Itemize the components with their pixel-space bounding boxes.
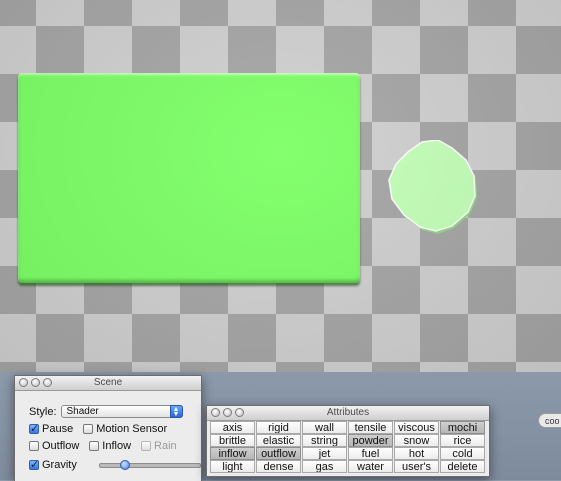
attribute-button-inflow[interactable]: inflow	[210, 447, 255, 460]
gravity-slider-thumb[interactable]	[120, 460, 130, 470]
attributes-grid: axis rigid wall tensile viscous mochi brittle e…	[210, 421, 485, 473]
mochi-blob[interactable]	[388, 140, 480, 236]
attribute-button-snow[interactable]: snow	[394, 434, 439, 447]
checkbox-row-1: Pause Motion Sensor	[29, 422, 177, 435]
scene-panel: Scene Style: Shader ▲▼ Pause Motion Sens…	[14, 375, 202, 481]
style-select[interactable]: Shader ▲ ▼	[60, 405, 183, 418]
attribute-button-rice[interactable]: rice	[440, 434, 485, 447]
gravity-checkbox[interactable]: Gravity	[29, 458, 77, 471]
attribute-button-viscous[interactable]: viscous	[394, 421, 439, 434]
attribute-button-string[interactable]: string	[302, 434, 347, 447]
attribute-button-mochi[interactable]: mochi	[440, 421, 485, 434]
attributes-title: Attributes	[326, 407, 370, 418]
attribute-button-fuel[interactable]: fuel	[348, 447, 393, 460]
attribute-button-elastic[interactable]: elastic	[256, 434, 301, 447]
rigid-green-block[interactable]	[18, 73, 360, 283]
attribute-button-water[interactable]: water	[348, 460, 393, 473]
simulation-viewport[interactable]	[0, 0, 561, 372]
gravity-checkbox-box[interactable]	[29, 458, 39, 471]
updown-arrows-icon: ▲ ▼	[169, 405, 183, 418]
motion-sensor-checkbox[interactable]: Motion Sensor	[83, 423, 167, 435]
rain-label: Rain	[154, 440, 177, 452]
gravity-label: Gravity	[42, 459, 77, 471]
attribute-button-user-s[interactable]: user's	[394, 460, 439, 473]
attribute-button-jet[interactable]: jet	[302, 447, 347, 460]
attribute-button-outflow[interactable]: outflow	[256, 447, 301, 460]
outflow-checkbox[interactable]: Outflow	[29, 440, 79, 452]
attribute-button-hot[interactable]: hot	[394, 447, 439, 460]
attribute-button-rigid[interactable]: rigid	[256, 421, 301, 434]
attribute-button-light[interactable]: light	[210, 460, 255, 473]
pause-checkbox[interactable]: Pause	[29, 422, 74, 435]
attributes-titlebar[interactable]: Attributes	[207, 406, 489, 421]
attribute-button-axis[interactable]: axis	[210, 421, 255, 434]
attribute-button-gas[interactable]: gas	[302, 460, 347, 473]
style-row: Style: Shader ▲ ▼	[29, 405, 183, 418]
attribute-button-tensile[interactable]: tensile	[348, 421, 393, 434]
attribute-button-delete[interactable]: delete	[440, 460, 485, 473]
motion-sensor-label: Motion Sensor	[96, 423, 168, 435]
style-label: Style:	[29, 405, 57, 418]
scene-title: Scene	[93, 377, 123, 388]
edge-button[interactable]: coo	[538, 413, 561, 428]
pause-label: Pause	[42, 423, 74, 435]
motion-sensor-checkbox-box[interactable]	[83, 424, 94, 434]
outflow-label: Outflow	[42, 440, 80, 452]
gravity-row: Gravity	[29, 458, 201, 472]
inflow-checkbox[interactable]: Inflow	[89, 440, 131, 452]
attribute-button-brittle[interactable]: brittle	[210, 434, 255, 447]
checkbox-row-2: Outflow Inflow Rain	[29, 440, 187, 452]
gravity-slider[interactable]	[99, 460, 201, 470]
inflow-label: Inflow	[102, 440, 132, 452]
attribute-button-dense[interactable]: dense	[256, 460, 301, 473]
rain-checkbox-box[interactable]	[141, 441, 152, 451]
attribute-button-powder[interactable]: powder	[348, 434, 393, 447]
pause-checkbox-box[interactable]	[29, 422, 39, 435]
attributes-panel: Attributes axis rigid wall tensile viscous mo…	[206, 405, 490, 477]
rain-checkbox[interactable]: Rain	[141, 440, 177, 452]
inflow-checkbox-box[interactable]	[89, 441, 100, 451]
style-select-value: Shader	[66, 406, 99, 417]
attribute-button-cold[interactable]: cold	[440, 447, 485, 460]
scene-titlebar[interactable]: Scene	[15, 376, 201, 391]
outflow-checkbox-box[interactable]	[29, 441, 39, 451]
attribute-button-wall[interactable]: wall	[302, 421, 347, 434]
